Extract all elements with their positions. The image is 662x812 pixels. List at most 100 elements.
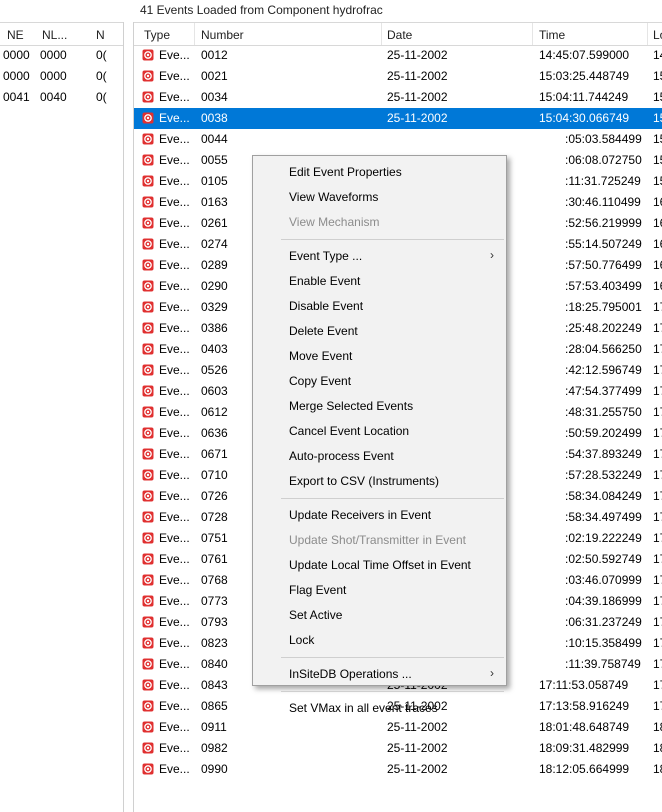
event-icon	[142, 343, 154, 355]
menu-item-update-local-time-offset-in-event[interactable]: Update Local Time Offset in Event	[253, 553, 506, 578]
menu-item-move-event[interactable]: Move Event	[253, 344, 506, 369]
event-icon	[142, 742, 154, 754]
event-time-cell: :11:39.758749	[565, 657, 641, 671]
event-time-cell: :06:08.072750	[565, 153, 642, 167]
event-icon	[142, 280, 154, 292]
event-number-cell: 0021	[201, 69, 228, 83]
event-time-cell: 15:04:11.744249	[539, 90, 629, 104]
menu-item-update-shot-transmitter-in-event[interactable]: Update Shot/Transmitter in Event	[253, 528, 506, 553]
event-number-cell: 0034	[201, 90, 228, 104]
event-icon	[142, 196, 154, 208]
menu-item-label: Update Receivers in Event	[289, 508, 432, 522]
event-row[interactable]: Eve... 0038 25-11-2002 15:04:30.066749 15	[134, 108, 662, 129]
event-time-cell: :02:19.222249	[565, 531, 642, 545]
event-row[interactable]: Eve... 0021 25-11-2002 15:03:25.448749 15	[134, 66, 662, 87]
menu-item-cancel-event-location[interactable]: Cancel Event Location	[253, 419, 506, 444]
event-type-cell: Eve...	[159, 216, 190, 230]
menu-item-view-waveforms[interactable]: View Waveforms	[253, 185, 506, 210]
event-number-cell: 0671	[201, 447, 228, 461]
event-row[interactable]: Eve... 0044:05:03.584499 15	[134, 129, 662, 150]
event-lo-cell: 15	[653, 90, 662, 104]
menu-item-update-receivers-in-event[interactable]: Update Receivers in Event	[253, 503, 506, 528]
event-number-cell: 0403	[201, 342, 228, 356]
event-lo-cell: 15	[653, 153, 662, 167]
menu-item-event-type[interactable]: Event Type ... ›	[253, 244, 506, 269]
event-lo-cell: 15	[653, 111, 662, 125]
event-type-cell: Eve...	[159, 720, 190, 734]
event-number-cell: 0055	[201, 153, 228, 167]
event-time-cell: :06:31.237249	[565, 615, 642, 629]
event-number-cell: 0290	[201, 279, 228, 293]
menu-item-insitedb-operations[interactable]: InSiteDB Operations ... ›	[253, 662, 506, 687]
menu-item-label: Set VMax in all event traces	[289, 701, 438, 715]
event-lo-cell: 16	[653, 195, 662, 209]
event-number-cell: 0289	[201, 258, 228, 272]
event-time-cell: :25:48.202249	[565, 321, 642, 335]
event-time-cell: :58:34.497499	[565, 510, 642, 524]
event-row[interactable]: Eve... 0982 25-11-2002 18:09:31.482999 18	[134, 738, 662, 759]
menu-item-set-vmax-in-all-event-traces[interactable]: Set VMax in all event traces	[253, 696, 506, 721]
menu-item-export-to-csv-instruments[interactable]: Export to CSV (Instruments)	[253, 469, 506, 494]
menu-item-merge-selected-events[interactable]: Merge Selected Events	[253, 394, 506, 419]
left-table-row[interactable]: 0000 0000 0(	[0, 45, 123, 66]
menu-item-view-mechanism[interactable]: View Mechanism	[253, 210, 506, 235]
event-number-cell: 0261	[201, 216, 228, 230]
column-header-lo[interactable]: Lo	[653, 28, 662, 42]
event-time-cell: :04:39.186999	[565, 594, 642, 608]
menu-item-enable-event[interactable]: Enable Event	[253, 269, 506, 294]
menu-item-auto-process-event[interactable]: Auto-process Event	[253, 444, 506, 469]
event-type-cell: Eve...	[159, 279, 190, 293]
event-icon	[142, 616, 154, 628]
event-number-cell: 0982	[201, 741, 228, 755]
menu-item-edit-event-properties[interactable]: Edit Event Properties	[253, 160, 506, 185]
event-icon	[142, 637, 154, 649]
event-type-cell: Eve...	[159, 741, 190, 755]
menu-item-disable-event[interactable]: Disable Event	[253, 294, 506, 319]
event-icon	[142, 112, 154, 124]
event-icon	[142, 133, 154, 145]
event-type-cell: Eve...	[159, 510, 190, 524]
event-number-cell: 0773	[201, 594, 228, 608]
event-icon	[142, 175, 154, 187]
event-icon	[142, 91, 154, 103]
event-lo-cell: 17	[653, 300, 662, 314]
column-header-type[interactable]: Type	[144, 28, 170, 42]
menu-item-lock[interactable]: Lock	[253, 628, 506, 653]
event-type-cell: Eve...	[159, 573, 190, 587]
menu-item-copy-event[interactable]: Copy Event	[253, 369, 506, 394]
menu-item-delete-event[interactable]: Delete Event	[253, 319, 506, 344]
left-table-row[interactable]: 0041 0040 0(	[0, 87, 123, 108]
event-date-cell: 25-11-2002	[387, 111, 448, 125]
event-lo-cell: 17	[653, 447, 662, 461]
left-table-row[interactable]: 0000 0000 0(	[0, 66, 123, 87]
column-header-date[interactable]: Date	[387, 28, 412, 42]
menu-item-label: Enable Event	[289, 274, 361, 288]
column-header-number[interactable]: Number	[201, 28, 244, 42]
event-type-cell: Eve...	[159, 300, 190, 314]
context-menu: Edit Event Properties View Waveforms View …	[252, 155, 507, 715]
event-row[interactable]: Eve... 0012 25-11-2002 14:45:07.599000 14	[134, 45, 662, 66]
event-row[interactable]: Eve... 0034 25-11-2002 15:04:11.744249 15	[134, 87, 662, 108]
event-lo-cell: 17	[653, 594, 662, 608]
menu-item-flag-event[interactable]: Flag Event	[253, 578, 506, 603]
event-type-cell: Eve...	[159, 342, 190, 356]
event-type-cell: Eve...	[159, 531, 190, 545]
event-icon	[142, 763, 154, 775]
event-number-cell: 0768	[201, 573, 228, 587]
column-header-ne[interactable]: NE	[7, 28, 24, 42]
menu-item-label: Cancel Event Location	[289, 424, 410, 438]
events-loaded-title: 41 Events Loaded from Component hydrofra…	[140, 3, 383, 17]
event-date-cell: 25-11-2002	[387, 90, 448, 104]
column-header-n[interactable]: N	[96, 28, 105, 42]
event-time-cell: :10:15.358499	[565, 636, 642, 650]
event-row[interactable]: Eve... 0990 25-11-2002 18:12:05.664999 18	[134, 759, 662, 780]
event-time-cell: :02:50.592749	[565, 552, 642, 566]
menu-item-set-active[interactable]: Set Active	[253, 603, 506, 628]
event-type-cell: Eve...	[159, 552, 190, 566]
event-time-cell: 15:04:30.066749	[539, 111, 630, 125]
column-header-nl[interactable]: NL...	[42, 28, 67, 42]
column-header-time[interactable]: Time	[539, 28, 565, 42]
event-icon	[142, 574, 154, 586]
menu-item-label: Copy Event	[289, 374, 352, 388]
event-date-cell: 25-11-2002	[387, 741, 448, 755]
